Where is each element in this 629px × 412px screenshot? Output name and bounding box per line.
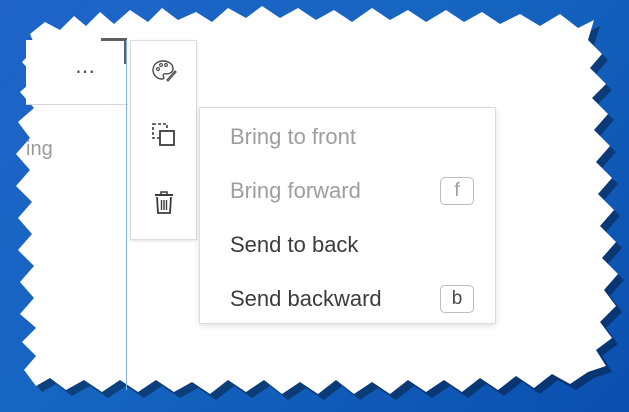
delete-button[interactable] bbox=[131, 181, 196, 225]
arrange-button[interactable] bbox=[131, 113, 196, 157]
palette-icon bbox=[151, 60, 177, 82]
style-button[interactable] bbox=[131, 49, 196, 93]
menu-item-send-backward[interactable]: Send backward b bbox=[200, 272, 495, 324]
arrange-icon bbox=[151, 123, 175, 146]
header-divider bbox=[26, 104, 128, 105]
selection-corner-handle[interactable] bbox=[101, 38, 127, 64]
menu-item-bring-to-front[interactable]: Bring to front bbox=[200, 110, 495, 162]
menu-item-bring-forward[interactable]: Bring forward f bbox=[200, 164, 495, 216]
selection-border-line bbox=[126, 40, 127, 390]
shortcut-key-badge: b bbox=[440, 285, 474, 313]
more-options-icon[interactable]: ⋯ bbox=[75, 62, 107, 82]
trash-icon bbox=[154, 191, 173, 214]
menu-item-send-to-back[interactable]: Send to back bbox=[200, 218, 495, 270]
element-toolbar bbox=[130, 40, 197, 240]
menu-item-label: Bring forward bbox=[230, 178, 361, 203]
shortcut-key-badge: f bbox=[440, 177, 474, 205]
menu-item-label: Send backward bbox=[230, 286, 382, 311]
truncated-label: ing bbox=[26, 138, 53, 160]
menu-item-label: Bring to front bbox=[230, 124, 356, 149]
arrange-menu: Bring to front Bring forward f Send to b… bbox=[199, 107, 496, 324]
menu-item-label: Send to back bbox=[230, 232, 359, 257]
